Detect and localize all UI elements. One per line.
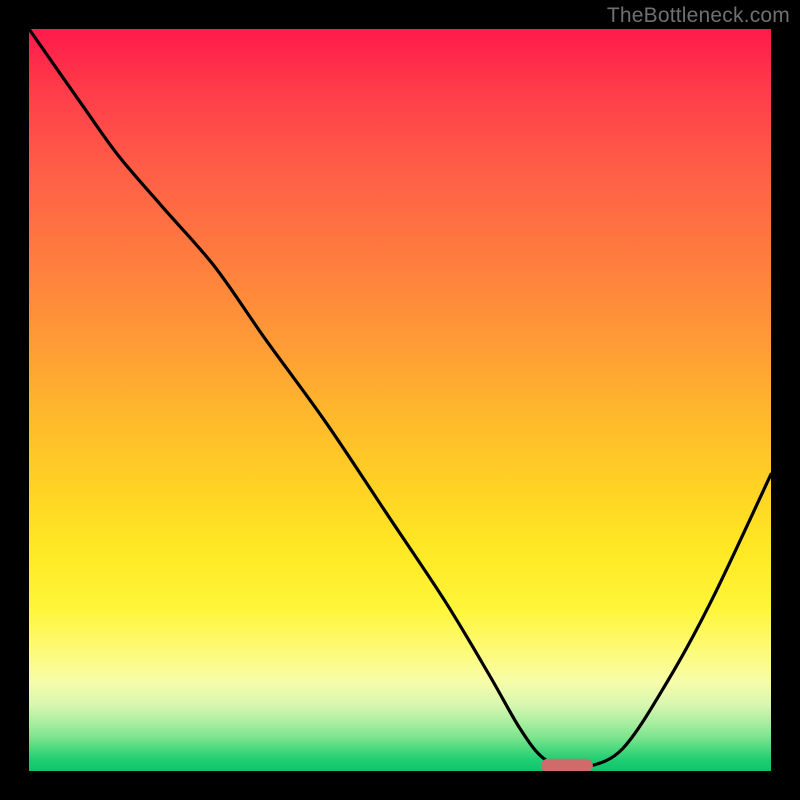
chart-overlay [29, 29, 771, 771]
plot-area [29, 29, 771, 771]
bottleneck-curve [29, 29, 771, 769]
chart-container: TheBottleneck.com [0, 0, 800, 800]
optimal-marker [541, 759, 593, 771]
watermark-text: TheBottleneck.com [607, 4, 790, 28]
